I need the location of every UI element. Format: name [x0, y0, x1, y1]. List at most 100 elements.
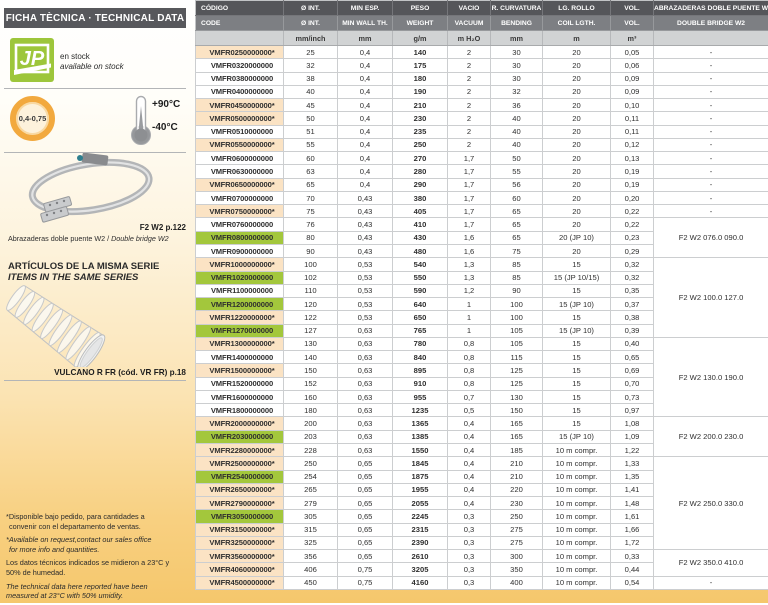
diam-int-cell: 63	[284, 165, 338, 178]
product-code-cell: VMFR1000000000*	[196, 258, 284, 271]
series-section-title: ARTÍCULOS DE LA MISMA SERIE ITEMS IN THE…	[8, 261, 159, 283]
lg-rollo-cell: 10 m compr.	[543, 510, 611, 523]
product-code-cell: VMFR0380000000	[196, 72, 284, 85]
curvatura-cell: 150	[491, 404, 543, 417]
peso-cell: 410	[393, 218, 448, 231]
min-esp-cell: 0,75	[338, 563, 393, 576]
footnote-availability-en: *Available on request,contact our sales …	[6, 535, 192, 554]
vol-cell: 1,33	[611, 457, 654, 470]
clamp-caption: Abrazaderas doble puente W2 / Double bri…	[8, 234, 188, 243]
lg-rollo-cell: 20	[543, 138, 611, 151]
min-esp-cell: 0,43	[338, 244, 393, 257]
col-curvatura-unit: mm	[491, 31, 543, 46]
product-code-cell: VMFR1800000000	[196, 404, 284, 417]
series-item-reference: VULCANO R FR (cód. VR FR) p.18	[54, 368, 186, 377]
vacio-cell: 1,7	[448, 205, 491, 218]
stock-note-es: en stock	[60, 52, 124, 62]
vacio-cell: 0,4	[448, 417, 491, 430]
vacio-cell: 0,3	[448, 510, 491, 523]
min-esp-cell: 0,63	[338, 404, 393, 417]
min-esp-cell: 0,75	[338, 576, 393, 589]
vacio-cell: 0,7	[448, 390, 491, 403]
product-code-cell: VMFR1020000000	[196, 271, 284, 284]
diam-int-cell: 127	[284, 324, 338, 337]
min-esp-cell: 0,53	[338, 298, 393, 311]
col-peso-header-en: WEIGHT	[393, 16, 448, 31]
product-code-cell: VMFR3250000000*	[196, 536, 284, 549]
diam-int-cell: 38	[284, 72, 338, 85]
vacio-cell: 0,3	[448, 536, 491, 549]
peso-cell: 2245	[393, 510, 448, 523]
diam-int-cell: 32	[284, 59, 338, 72]
diam-int-cell: 265	[284, 483, 338, 496]
curvatura-cell: 230	[491, 497, 543, 510]
peso-cell: 765	[393, 324, 448, 337]
peso-cell: 380	[393, 191, 448, 204]
min-esp-cell: 0,63	[338, 417, 393, 430]
vol-cell: 0,12	[611, 138, 654, 151]
peso-cell: 430	[393, 231, 448, 244]
peso-cell: 2610	[393, 550, 448, 563]
table-row: VMFR0510000000510,4235240200,11-	[196, 125, 768, 138]
curvatura-cell: 105	[491, 324, 543, 337]
curvatura-cell: 65	[491, 205, 543, 218]
peso-cell: 550	[393, 271, 448, 284]
curvatura-cell: 30	[491, 59, 543, 72]
jp-brand-logo: JP	[10, 38, 54, 82]
table-body: VMFR0250000000*250,4140230200,05-VMFR032…	[196, 46, 768, 590]
peso-cell: 1365	[393, 417, 448, 430]
product-code-cell: VMFR0500000000*	[196, 112, 284, 125]
product-code-cell: VMFR0900000000	[196, 244, 284, 257]
min-esp-cell: 0,65	[338, 536, 393, 549]
vol-cell: 0,11	[611, 125, 654, 138]
curvatura-cell: 85	[491, 271, 543, 284]
table-row: VMFR2500000000*2500,6518450,421010 m com…	[196, 457, 768, 470]
lg-rollo-cell: 15	[543, 258, 611, 271]
vacio-cell: 1,6	[448, 231, 491, 244]
lg-rollo-cell: 15 (JP 10)	[543, 298, 611, 311]
vacio-cell: 0,5	[448, 404, 491, 417]
col-diam-int-header-en: Ø INT.	[284, 16, 338, 31]
min-esp-cell: 0,65	[338, 470, 393, 483]
product-code-cell: VMFR2280000000*	[196, 443, 284, 456]
curvatura-cell: 210	[491, 457, 543, 470]
lg-rollo-cell: 10 m compr.	[543, 483, 611, 496]
clamp-reference-cell: F2 W2 100.0 127.0	[654, 258, 768, 338]
min-esp-cell: 0,43	[338, 218, 393, 231]
product-code-cell: VMFR3050000000	[196, 510, 284, 523]
product-code-cell: VMFR1270000000	[196, 324, 284, 337]
diam-int-cell: 75	[284, 205, 338, 218]
diam-int-cell: 60	[284, 152, 338, 165]
vacio-cell: 1,3	[448, 271, 491, 284]
vacio-cell: 0,3	[448, 523, 491, 536]
vol-cell: 0,65	[611, 351, 654, 364]
vol-cell: 0,97	[611, 404, 654, 417]
diam-int-cell: 180	[284, 404, 338, 417]
vacio-cell: 2	[448, 99, 491, 112]
table-row: VMFR0700000000700,433801,760200,20-	[196, 191, 768, 204]
min-esp-cell: 0,4	[338, 85, 393, 98]
curvatura-cell: 85	[491, 258, 543, 271]
clamp-reference-cell: -	[654, 85, 768, 98]
peso-cell: 210	[393, 99, 448, 112]
min-esp-cell: 0,4	[338, 138, 393, 151]
diam-int-cell: 228	[284, 443, 338, 456]
peso-cell: 895	[393, 364, 448, 377]
min-esp-cell: 0,63	[338, 364, 393, 377]
curvatura-cell: 32	[491, 85, 543, 98]
peso-cell: 2390	[393, 536, 448, 549]
vacio-cell: 0,4	[448, 443, 491, 456]
vol-cell: 0,19	[611, 178, 654, 191]
diam-int-cell: 203	[284, 430, 338, 443]
curvatura-cell: 250	[491, 510, 543, 523]
diam-int-cell: 254	[284, 470, 338, 483]
diam-int-cell: 120	[284, 298, 338, 311]
peso-cell: 2315	[393, 523, 448, 536]
lg-rollo-cell: 20	[543, 191, 611, 204]
clamp-reference-cell: -	[654, 152, 768, 165]
diam-int-cell: 356	[284, 550, 338, 563]
lg-rollo-cell: 20	[543, 152, 611, 165]
curvatura-cell: 105	[491, 337, 543, 350]
min-esp-cell: 0,43	[338, 191, 393, 204]
vol-cell: 0,39	[611, 324, 654, 337]
